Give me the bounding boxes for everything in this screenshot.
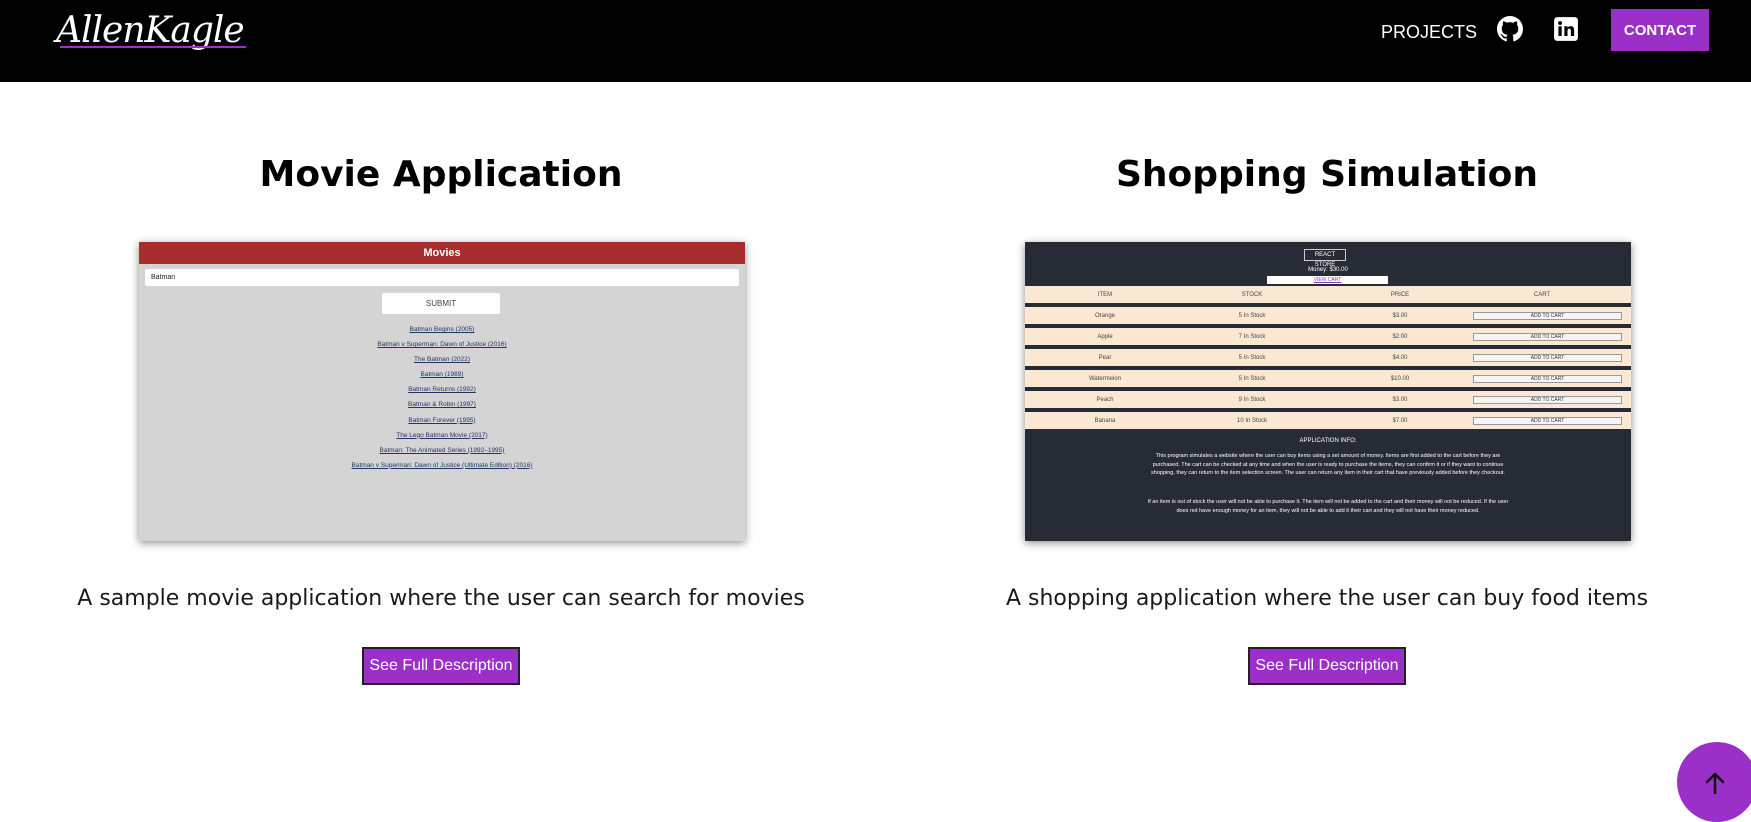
nav-projects-link[interactable]: PROJECTS <box>1381 19 1477 45</box>
cell-stock: 5 In Stock <box>1238 376 1266 382</box>
list-item: The Batman (2022) <box>413 356 470 364</box>
scroll-to-top-button[interactable] <box>1677 742 1751 822</box>
movie-app-screenshot: Movies Batman SUBMIT Batman Begins (2005… <box>139 242 745 541</box>
table-row: Apple 7 In Stock $2.00 ADD TO CART <box>1025 328 1631 347</box>
table-row: Orange 5 In Stock $3.00 ADD TO CART <box>1025 307 1631 326</box>
list-item: Batman: The Animated Series (1992–1995) <box>379 446 505 454</box>
see-full-description-button-movie[interactable]: See Full Description <box>362 647 520 685</box>
arrow-up-icon <box>1705 772 1725 794</box>
project-description-movie: A sample movie application where the use… <box>77 586 805 611</box>
github-icon[interactable] <box>1497 16 1523 42</box>
list-item: Batman v Superman: Dawn of Justice (Ulti… <box>351 461 533 469</box>
add-to-cart-button: ADD TO CART <box>1473 417 1622 425</box>
table-row: Banana 10 In Stock $7.00 ADD TO CART <box>1025 412 1631 431</box>
shop-preview-info-paragraph: This program simulates a website where t… <box>1151 453 1505 476</box>
list-item: The Lego Batman Movie (2017) <box>396 431 488 439</box>
movie-preview-results: Batman Begins (2005) Batman v Superman: … <box>139 322 745 473</box>
cell-item: Peach <box>1096 397 1114 403</box>
cell-price: $3.00 <box>1392 397 1408 403</box>
cell-item: Pear <box>1098 355 1112 361</box>
column-header: ITEM <box>1097 292 1113 298</box>
cell-item: Orange <box>1094 313 1115 319</box>
project-description-shopping: A shopping application where the user ca… <box>1005 586 1649 611</box>
top-navbar: AllenKagle PROJECTS CONTACT <box>0 0 1751 82</box>
column-header: PRICE <box>1390 292 1410 298</box>
add-to-cart-button: ADD TO CART <box>1473 312 1622 320</box>
shop-preview-view-cart: VIEW CART <box>1267 276 1388 284</box>
list-item: Batman (1989) <box>420 371 464 379</box>
list-item: Batman Begins (2005) <box>409 326 475 333</box>
cell-price: $7.00 <box>1392 418 1408 424</box>
list-item: Batman Returns (1992) <box>408 386 476 394</box>
cell-price: $3.00 <box>1392 313 1408 319</box>
cell-stock: 7 In Stock <box>1238 334 1266 340</box>
list-item: Batman & Robin (1997) <box>408 401 476 409</box>
list-item: Batman v Superman: Dawn of Justice (2016… <box>377 341 507 349</box>
cell-stock: 10 In Stock <box>1236 418 1268 424</box>
cell-stock: 9 In Stock <box>1238 397 1266 403</box>
column-header: CART <box>1533 292 1551 298</box>
add-to-cart-button: ADD TO CART <box>1473 396 1622 404</box>
cell-stock: 5 In Stock <box>1238 355 1266 361</box>
table-row: Peach 9 In Stock $3.00 ADD TO CART <box>1025 391 1631 410</box>
shopping-app-screenshot: REACT STORE Money: $30.00 VIEW CART ITEM… <box>1025 242 1631 541</box>
cell-item: Apple <box>1097 334 1113 340</box>
contact-button[interactable]: CONTACT <box>1611 9 1709 51</box>
add-to-cart-button: ADD TO CART <box>1473 375 1622 383</box>
list-item: Batman Forever (1995) <box>408 416 476 424</box>
see-full-description-button-shopping[interactable]: See Full Description <box>1248 647 1406 685</box>
add-to-cart-button: ADD TO CART <box>1473 354 1622 362</box>
table-row: Pear 5 In Stock $4.00 ADD TO CART <box>1025 349 1631 368</box>
cell-item: Banana <box>1094 418 1116 424</box>
table-header: ITEM STOCK PRICE CART <box>1025 286 1631 305</box>
shop-preview-info-paragraph: If an item is out of stock the user will… <box>1147 499 1509 514</box>
cell-stock: 5 In Stock <box>1238 313 1266 319</box>
shop-preview-title: REACT STORE <box>1304 249 1346 268</box>
cell-item: Watermelon <box>1088 376 1122 382</box>
cell-price: $10.00 <box>1390 376 1410 382</box>
cell-price: $4.00 <box>1392 355 1408 361</box>
table-row: Watermelon 5 In Stock $10.00 ADD TO CART <box>1025 370 1631 389</box>
column-header: STOCK <box>1241 292 1263 298</box>
project-title-shopping: Shopping Simulation <box>1115 154 1539 195</box>
movie-preview-header: Movies <box>139 242 745 264</box>
project-title-movie: Movie Application <box>259 154 623 195</box>
cell-price: $2.00 <box>1392 334 1408 340</box>
logo-underline <box>60 46 246 48</box>
shop-preview-money: Money: $30.00 <box>1308 267 1348 273</box>
movie-preview-search: Batman <box>145 269 739 286</box>
shop-preview-info-heading: APPLICATION INFO: <box>1299 438 1357 444</box>
linkedin-icon[interactable] <box>1553 16 1579 42</box>
movie-preview-submit: SUBMIT <box>382 293 500 314</box>
add-to-cart-button: ADD TO CART <box>1473 333 1622 341</box>
